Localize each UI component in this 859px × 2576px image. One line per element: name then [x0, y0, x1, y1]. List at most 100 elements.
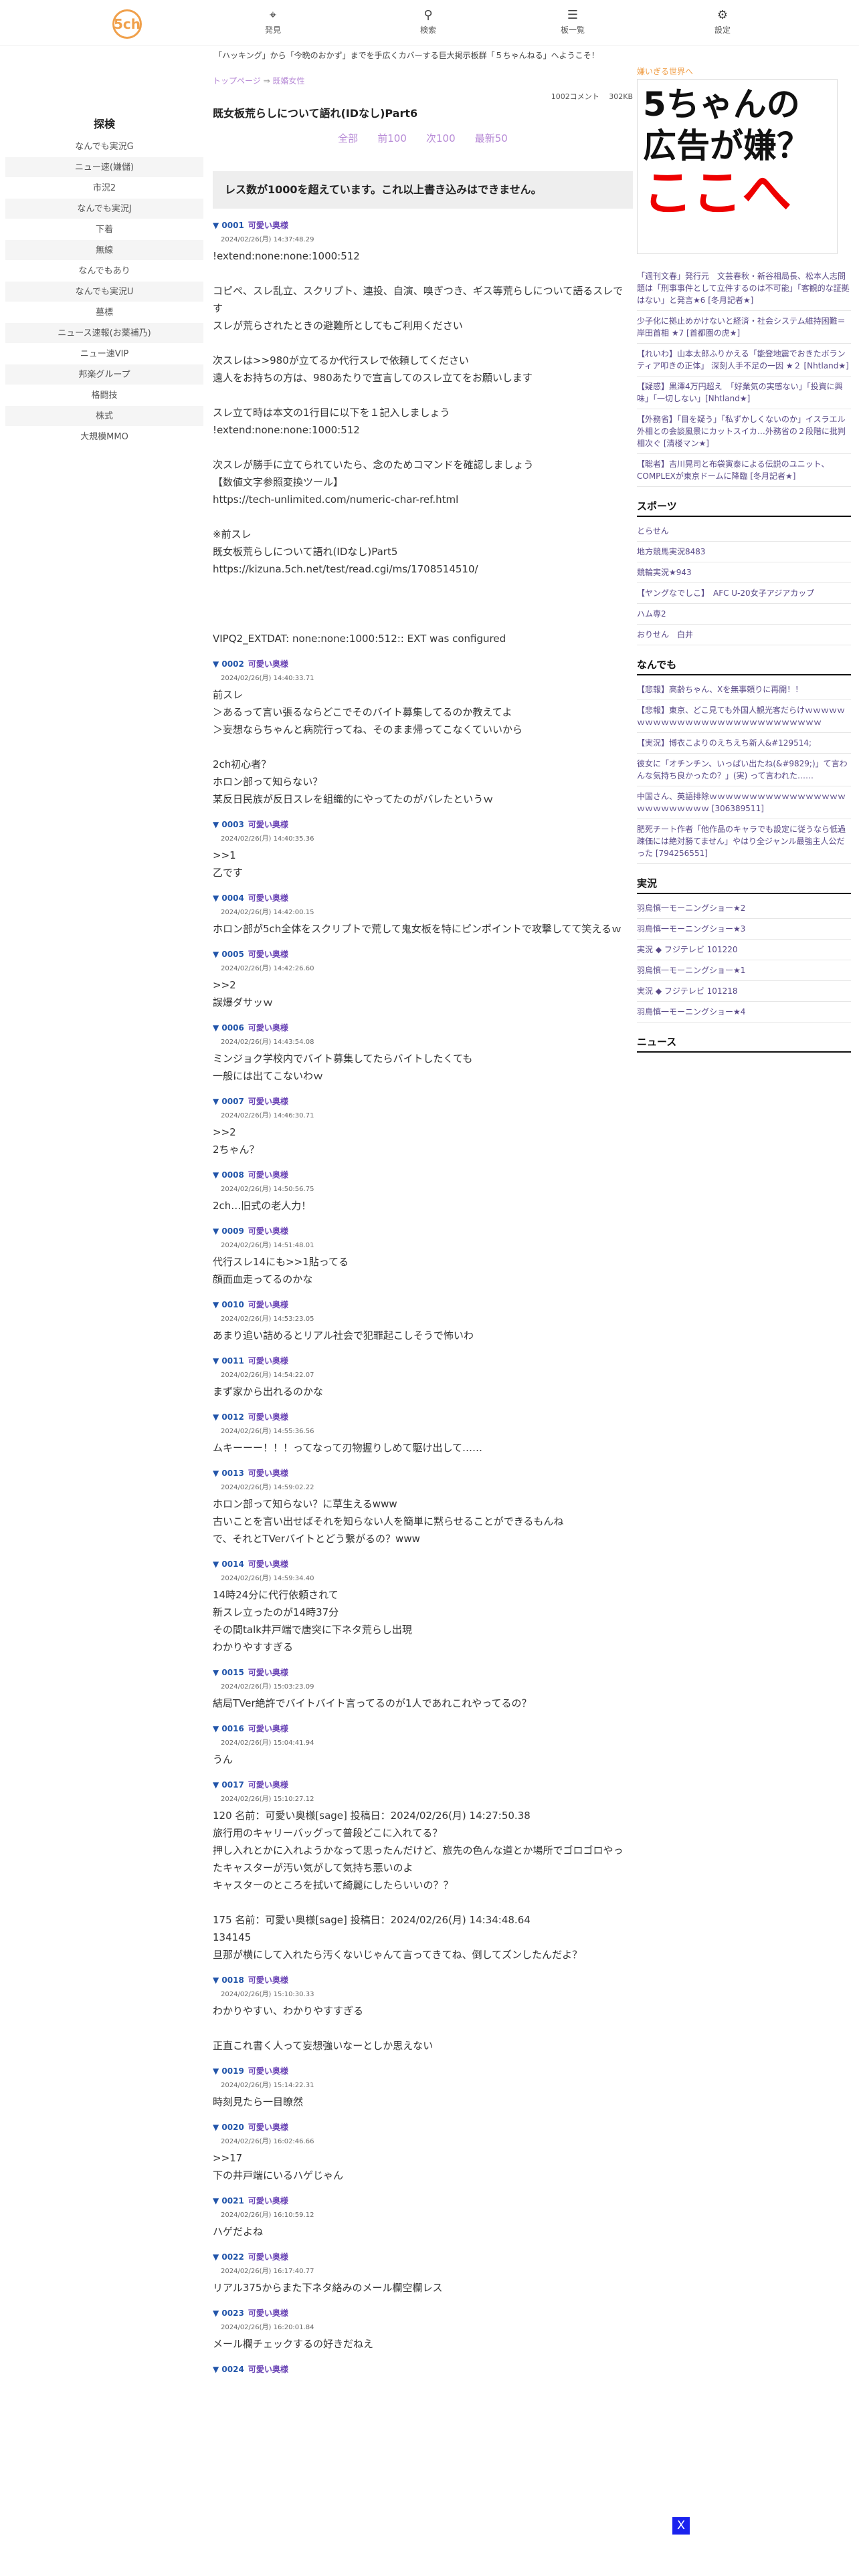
- post-header: ▼ 0015 可愛い奥様: [213, 1668, 288, 1677]
- news-link[interactable]: 「週刊文春」発行元 文芸春秋・新谷相局長、松本人志問題は「刑事事件として立件する…: [637, 266, 851, 311]
- post-number[interactable]: 0015: [221, 1668, 244, 1677]
- post-body: ホロン部が5ch全体をスクリプトで荒して鬼女板を特にピンポイントで攻撃してて笑え…: [213, 923, 622, 935]
- sidebar-item[interactable]: なんでも実況G: [5, 136, 203, 157]
- post-number[interactable]: 0008: [221, 1170, 244, 1180]
- close-ad-button[interactable]: X: [672, 2517, 690, 2535]
- post: ▼ 0011 可愛い奥様 2024/02/26(月) 14:54:22.07 まず家か…: [213, 1355, 633, 1400]
- news-link[interactable]: 【ヤングなでしこ】 AFC U-20女子アジアカップ: [637, 583, 851, 604]
- news-link[interactable]: おりせん 白井: [637, 625, 851, 645]
- news-link[interactable]: 実況 ◆ フジテレビ 101218: [637, 981, 851, 1002]
- post-number[interactable]: 0011: [221, 1356, 244, 1366]
- sidebar-item[interactable]: ニュース速報(お薬補乃): [5, 323, 203, 344]
- news-link[interactable]: 少子化に拠止めかけないと経済・社会システム維持困難＝岸田首相 ★7 [首都圏の虎…: [637, 311, 851, 344]
- breadcrumb-board-link[interactable]: 既婚女性: [272, 76, 304, 86]
- post-number[interactable]: 0004: [221, 893, 244, 903]
- post-date: 2024/02/26(月) 14:37:48.29: [221, 236, 314, 243]
- post-number[interactable]: 0010: [221, 1300, 244, 1309]
- nav-discover[interactable]: ⌖ 発見: [246, 7, 300, 35]
- news-link[interactable]: 【悲報】東京、どこ見ても外国人観光客だらけｗｗｗｗｗｗｗｗｗｗｗｗｗｗｗｗｗｗｗ…: [637, 700, 851, 733]
- sidebar-item[interactable]: なんでも実況J: [5, 199, 203, 219]
- post-number[interactable]: 0009: [221, 1226, 244, 1236]
- post-number[interactable]: 0013: [221, 1469, 244, 1478]
- post-header: ▼ 0012 可愛い奥様: [213, 1412, 288, 1422]
- post-header: ▼ 0003 可愛い奥様: [213, 820, 288, 829]
- news-link[interactable]: 羽鳥慎一モーニングショー★4: [637, 1002, 851, 1023]
- news-link[interactable]: とらせん: [637, 521, 851, 542]
- post-number[interactable]: 0023: [221, 2309, 244, 2318]
- nav-boards[interactable]: ☰ 板一覧: [546, 7, 599, 35]
- post-number[interactable]: 0019: [221, 2066, 244, 2076]
- sidebar-item[interactable]: ニュー速(嫌儲): [5, 157, 203, 178]
- news-link[interactable]: 中国さん、英語排除ｗｗｗｗｗｗｗｗｗｗｗｗｗｗｗｗｗｗｗｗｗｗｗｗｗｗ [306…: [637, 786, 851, 819]
- sidebar-item[interactable]: なんでもあり: [5, 261, 203, 282]
- post-header: ▼ 0010 可愛い奥様: [213, 1300, 288, 1309]
- pager-prev-link[interactable]: 前100: [377, 131, 407, 145]
- post-number[interactable]: 0021: [221, 2196, 244, 2206]
- post-date: 2024/02/26(月) 15:03:23.09: [221, 1683, 314, 1691]
- news-link[interactable]: 競輪実況★943: [637, 562, 851, 583]
- pager-all-link[interactable]: 全部: [338, 131, 358, 145]
- post-author: 可愛い奥様: [248, 1023, 288, 1033]
- nav-label: 検索: [419, 25, 436, 35]
- pager-next-link[interactable]: 次100: [426, 131, 456, 145]
- post-number[interactable]: 0018: [221, 1975, 244, 1985]
- ad-line-3: ここへ: [643, 165, 791, 222]
- post-number[interactable]: 0022: [221, 2252, 244, 2262]
- sidebar-item[interactable]: 無線: [5, 240, 203, 261]
- news-sections: 「週刊文春」発行元 文芸春秋・新谷相局長、松本人志問題は「刑事事件として立件する…: [637, 266, 851, 1053]
- news-link[interactable]: 肥死チート作者「他作品のキャラでも設定に従うなら低過疎価には絶対勝てません」やは…: [637, 819, 851, 864]
- news-link[interactable]: 【実況】博衣こよりのえちえち新人&#129514;: [637, 733, 851, 754]
- news-link[interactable]: ハム専2: [637, 604, 851, 625]
- post-number[interactable]: 0014: [221, 1560, 244, 1569]
- breadcrumb-top-link[interactable]: トップページ: [213, 76, 261, 86]
- post-date: 2024/02/26(月) 15:10:27.12: [221, 1796, 314, 1803]
- boards-icon: ☰: [567, 8, 579, 22]
- news-link[interactable]: 【悲報】高齢ちゃん、Xを無事頼りに再開！！: [637, 679, 851, 700]
- news-link[interactable]: 【外務省】「目を疑う」「私ずかしくないのか」イスラエル外相との会談風景にカットス…: [637, 409, 851, 454]
- post-number[interactable]: 0020: [221, 2123, 244, 2132]
- sidebar-item[interactable]: 株式: [5, 406, 203, 427]
- sidebar-item[interactable]: ニュー速VIP: [5, 344, 203, 364]
- news-link[interactable]: 【れいわ】山本太郎ふりかえる「能登地震でおきたボランティア叩きの正体」 深刻人手…: [637, 344, 851, 377]
- news-link[interactable]: 【聡者】吉川晃司と布袋寅泰による伝説のユニット、COMPLEXが東京ドームに降臨…: [637, 454, 851, 487]
- news-link[interactable]: 地方競馬実況8483: [637, 542, 851, 562]
- pager-latest-link[interactable]: 最新50: [475, 131, 508, 145]
- news-section-title: なんでも: [637, 657, 851, 675]
- news-link[interactable]: 彼女に「オチンチン、いっぱい出たね(&#9829;)」て言わんな気持ち良かったの…: [637, 754, 851, 786]
- news-section: ニュース: [637, 1035, 851, 1053]
- post-number[interactable]: 0001: [221, 221, 244, 230]
- post-header: ▼ 0001 可愛い奥様: [213, 221, 288, 230]
- news-link[interactable]: 羽鳥慎一モーニングショー★1: [637, 960, 851, 981]
- post-body: 14時24分に代行依頼されて 新スレ立ったのが14時37分 その間talk井戸端…: [213, 1589, 412, 1653]
- post-number[interactable]: 0006: [221, 1023, 244, 1033]
- post-number[interactable]: 0016: [221, 1724, 244, 1733]
- nav-search[interactable]: ⚲ 検索: [401, 7, 455, 35]
- sidebar-item[interactable]: 大規模MMO: [5, 427, 203, 447]
- post-number[interactable]: 0002: [221, 659, 244, 669]
- sidebar-item[interactable]: なんでも実況U: [5, 282, 203, 302]
- post-body: ムキーーー！！！ってなって刃物握りしめて駆け出して……: [213, 1442, 483, 1454]
- sidebar-item[interactable]: 邦楽グループ: [5, 364, 203, 385]
- post-number[interactable]: 0017: [221, 1780, 244, 1790]
- nav-settings[interactable]: ⚙ 設定: [696, 7, 749, 35]
- news-link[interactable]: 羽鳥慎一モーニングショー★3: [637, 919, 851, 940]
- sidebar-item[interactable]: 墓標: [5, 302, 203, 323]
- post-author: 可愛い奥様: [248, 1560, 288, 1569]
- post-number[interactable]: 0005: [221, 950, 244, 959]
- ad-banner[interactable]: 5ちゃんの 広告が嫌？ ここへ: [637, 79, 838, 254]
- news-link[interactable]: 実況 ◆ フジテレビ 101220: [637, 940, 851, 960]
- post-body: 結局TVer絶許でバイトバイト言ってるのが1人であれこれやってるの？: [213, 1697, 532, 1709]
- site-logo[interactable]: 5ch: [112, 9, 142, 39]
- post-number[interactable]: 0007: [221, 1097, 244, 1106]
- sidebar-item[interactable]: 格闘技: [5, 385, 203, 406]
- post-number[interactable]: 0012: [221, 1412, 244, 1422]
- sidebar-item[interactable]: 下着: [5, 219, 203, 240]
- post: ▼ 0021 可愛い奥様 2024/02/26(月) 16:10:59.12 ハゲだよ…: [213, 2195, 633, 2240]
- post-author: 可愛い奥様: [248, 950, 288, 959]
- post-number[interactable]: 0024: [221, 2365, 244, 2374]
- post-number[interactable]: 0003: [221, 820, 244, 829]
- news-link[interactable]: 羽鳥慎一モーニングショー★2: [637, 898, 851, 919]
- news-link[interactable]: 【疑惑】黒澤4万円超え 「好業気の実感ない」「投資に興味」「一切しない」[Nht…: [637, 377, 851, 409]
- search-icon: ⚲: [423, 8, 433, 22]
- sidebar-item[interactable]: 市況2: [5, 178, 203, 199]
